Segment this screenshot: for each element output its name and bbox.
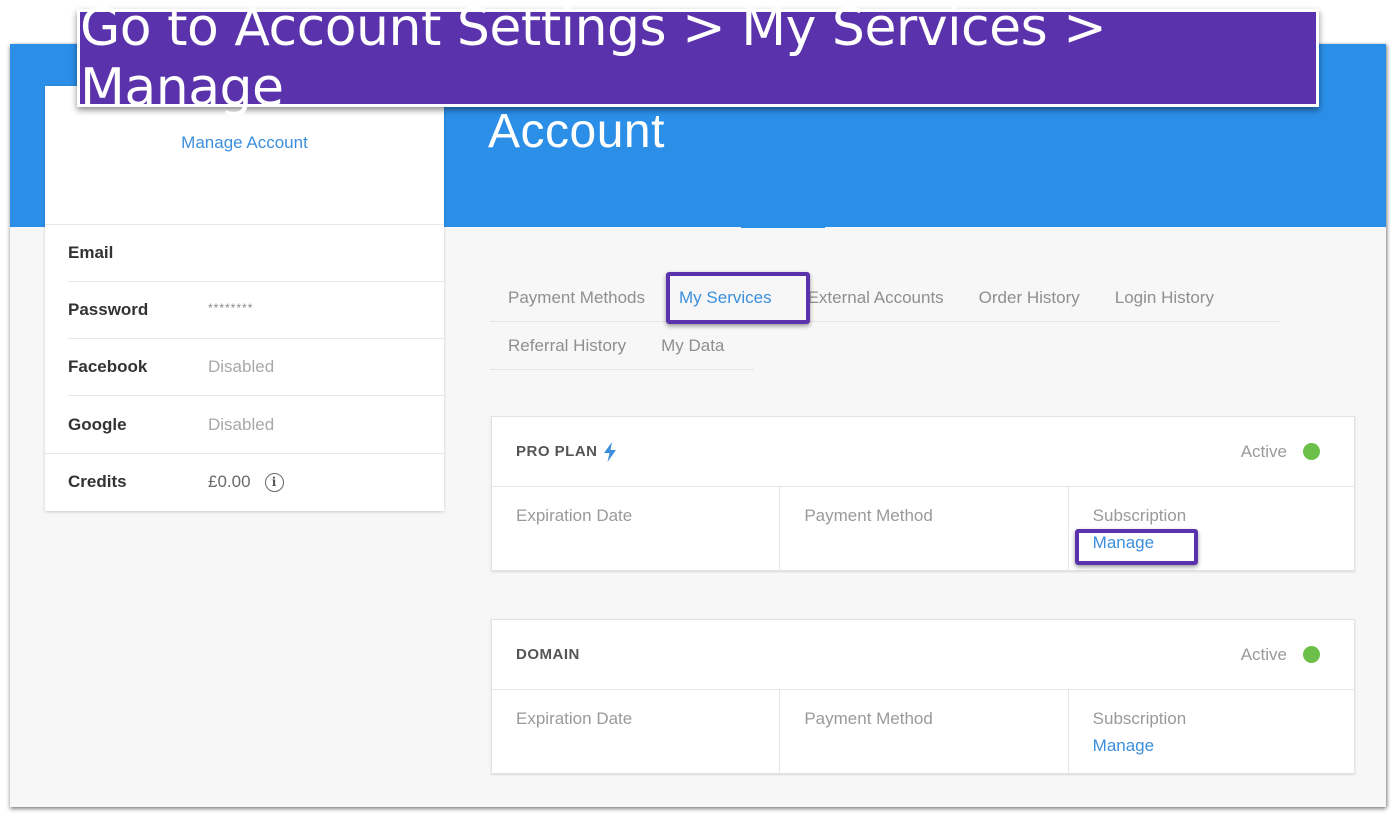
status-dot-icon (1303, 443, 1320, 460)
tab-order-history[interactable]: Order History (961, 276, 1097, 321)
password-row: Password ******** (68, 282, 444, 339)
credits-label: Credits (68, 472, 127, 491)
payment-method-cell: Payment Method (780, 690, 1069, 774)
status-badge: Active (1241, 645, 1320, 665)
instruction-callout: Go to Account Settings > My Services > M… (77, 0, 1319, 118)
tab-row-1: Payment Methods My Services External Acc… (490, 276, 1280, 322)
lightning-bolt-icon (603, 441, 616, 462)
google-row: Google Disabled (68, 396, 444, 453)
email-label: Email (68, 243, 114, 262)
service-name: DOMAIN (516, 646, 580, 663)
manage-subscription-link[interactable]: Manage (1093, 736, 1154, 756)
status-text: Active (1240, 644, 1287, 664)
facebook-row: Facebook Disabled (68, 339, 444, 396)
payment-method-cell: Payment Method (780, 487, 1069, 571)
payment-method-label: Payment Method (804, 506, 933, 525)
status-text: Active (1240, 441, 1287, 461)
subscription-label: Subscription (1092, 506, 1187, 525)
status-dot-icon (1303, 646, 1320, 663)
service-card-pro-plan: PRO PLAN Active Expiration Date Payment … (491, 416, 1355, 571)
google-value: Disabled (208, 414, 275, 434)
google-label: Google (68, 414, 127, 434)
service-details: Expiration Date Payment Method Subscript… (492, 690, 1354, 774)
service-name-text: DOMAIN (516, 646, 580, 663)
expiration-date-cell: Expiration Date (492, 487, 781, 571)
tab-referral-history[interactable]: Referral History (490, 324, 643, 369)
expiration-date-label: Expiration Date (516, 709, 633, 728)
email-row: Email (68, 225, 444, 282)
tab-payment-methods[interactable]: Payment Methods (490, 276, 662, 321)
status-badge: Active (1241, 442, 1320, 462)
tab-row-2: Referral History My Data (490, 324, 754, 370)
password-label: Password (68, 300, 149, 319)
service-details: Expiration Date Payment Method Subscript… (492, 487, 1354, 571)
facebook-value: Disabled (208, 357, 275, 376)
credits-value: £0.00 (208, 472, 251, 491)
header-notch (741, 226, 825, 228)
instruction-text: Go to Account Settings > My Services > M… (80, 0, 1107, 118)
account-page: Account Manage Account Email Password **… (10, 44, 1386, 807)
subscription-label: Subscription (1092, 709, 1187, 728)
highlight-box-manage (1075, 529, 1198, 565)
payment-method-label: Payment Method (804, 709, 933, 728)
manage-account-link[interactable]: Manage Account (181, 133, 308, 224)
expiration-date-label: Expiration Date (516, 506, 633, 525)
service-header: DOMAIN Active (492, 620, 1354, 690)
expiration-date-cell: Expiration Date (492, 690, 781, 774)
facebook-label: Facebook (68, 357, 148, 376)
account-summary-card: Manage Account Email Password ******** F… (45, 86, 444, 511)
highlight-box-my-services (666, 272, 810, 324)
service-name-text: PRO PLAN (516, 443, 598, 460)
subscription-cell: Subscription Manage (1069, 690, 1354, 774)
account-tabs: Payment Methods My Services External Acc… (490, 276, 1280, 370)
tab-login-history[interactable]: Login History (1097, 276, 1231, 321)
service-header: PRO PLAN Active (492, 417, 1354, 487)
password-value: ******** (208, 301, 254, 315)
service-card-domain: DOMAIN Active Expiration Date Payment Me… (491, 619, 1355, 774)
service-name: PRO PLAN (516, 441, 617, 462)
credits-row: Credits £0.00 i (45, 453, 444, 510)
info-icon[interactable]: i (264, 472, 284, 492)
tab-external-accounts[interactable]: External Accounts (789, 276, 961, 321)
tab-my-data[interactable]: My Data (643, 324, 741, 369)
